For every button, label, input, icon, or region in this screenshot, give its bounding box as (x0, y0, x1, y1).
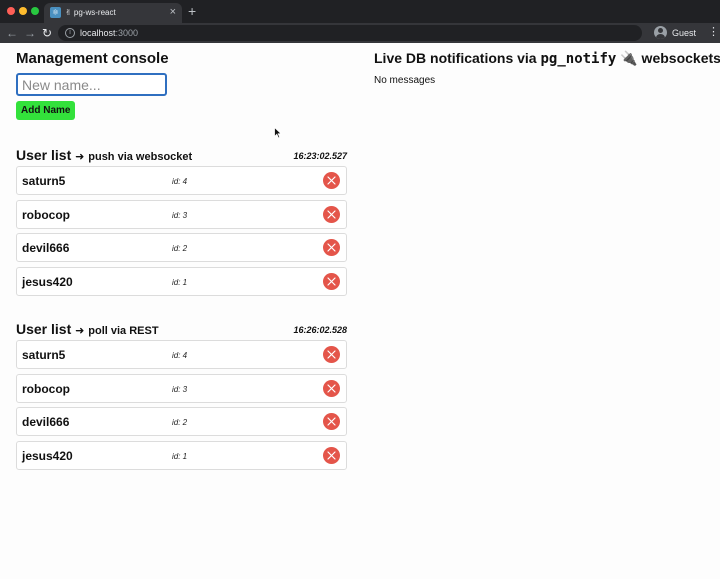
section-title-text: User list (16, 147, 72, 163)
delete-user-button[interactable] (323, 379, 340, 397)
user-id: id: 1 (172, 451, 188, 461)
user-row: saturn5 id: 4 (16, 166, 347, 195)
user-list: saturn5 id: 4 robocop id: 3 devil666 id:… (16, 166, 347, 300)
user-row: saturn5 id: 4 (16, 340, 347, 369)
user-row: robocop id: 3 (16, 373, 347, 403)
delete-user-button[interactable] (323, 446, 340, 464)
user-list-push-section: User list ➜ push via websocket 16:23:02.… (16, 147, 347, 296)
user-id: id: 3 (172, 384, 188, 394)
window-close-button[interactable] (7, 7, 15, 15)
electric-plug-icon: 🔌 (620, 50, 638, 66)
section-title-text: User list (16, 321, 72, 337)
browser-toolbar: ← → ↻ i localhost:3000 Guest ⋮ (0, 23, 720, 43)
forward-arrow-icon[interactable]: → (24, 25, 36, 41)
browser-menu-icon[interactable]: ⋮ (708, 25, 719, 39)
section-title: User list ➜ push via websocket (16, 147, 192, 163)
add-name-button[interactable]: Add Name (16, 101, 76, 120)
section-header: User list ➜ poll via REST 16:26:02.528 (16, 321, 347, 338)
close-x-icon (327, 276, 336, 286)
live-title-suffix: websockets (637, 50, 720, 66)
arrow-icon: ➜ (75, 325, 85, 337)
user-id: id: 3 (172, 210, 188, 220)
user-name: robocop (22, 381, 70, 396)
page-content: Management console Add Name User list ➜ … (0, 43, 720, 579)
close-x-icon (327, 350, 336, 359)
close-x-icon (327, 417, 336, 426)
delete-user-button[interactable] (323, 205, 340, 223)
guest-avatar-icon (654, 26, 667, 39)
delete-user-button[interactable] (323, 239, 340, 256)
url-host: localhost (80, 28, 116, 38)
user-name: robocop (22, 207, 70, 222)
section-subtitle: push via websocket (88, 151, 193, 163)
new-name-input[interactable] (16, 73, 167, 96)
section-header: User list ➜ push via websocket 16:23:02.… (16, 147, 347, 164)
reload-icon[interactable]: ↻ (42, 25, 52, 41)
delete-user-button[interactable] (323, 346, 340, 363)
user-name: jesus420 (22, 274, 73, 289)
user-row: devil666 id: 2 (16, 407, 347, 436)
user-id: id: 2 (172, 418, 188, 427)
tab-close-icon[interactable]: × (170, 6, 176, 19)
user-id: id: 1 (172, 277, 188, 287)
url-port: :3000 (115, 28, 139, 38)
close-x-icon (327, 209, 336, 219)
close-x-icon (327, 176, 336, 185)
user-row: devil666 id: 2 (16, 233, 347, 262)
close-x-icon (327, 450, 336, 460)
browser-tab-strip: ⚛ ✌ pg-ws-react × + (0, 0, 720, 23)
back-arrow-icon[interactable]: ← (6, 25, 18, 41)
user-row: jesus420 id: 1 (16, 266, 347, 296)
user-id: id: 2 (172, 244, 188, 253)
mouse-pointer-icon (274, 127, 282, 139)
user-name: saturn5 (22, 348, 66, 362)
live-notifications-heading: Live DB notifications via pg_notify 🔌 we… (374, 50, 720, 67)
user-id: id: 4 (172, 177, 188, 186)
user-list-poll-section: User list ➜ poll via REST 16:26:02.528 s… (16, 321, 347, 470)
window-zoom-button[interactable] (31, 7, 39, 15)
live-title-code: pg_notify (540, 51, 617, 67)
delete-user-button[interactable] (323, 413, 340, 430)
arrow-icon: ➜ (75, 151, 85, 163)
notifications-status: No messages (374, 75, 436, 86)
new-tab-button[interactable]: + (188, 3, 196, 19)
user-row: jesus420 id: 1 (16, 440, 347, 470)
address-bar[interactable]: i localhost:3000 (58, 25, 642, 41)
section-title: User list ➜ poll via REST (16, 321, 159, 337)
tab-title: ✌ pg-ws-react (65, 8, 116, 17)
site-info-icon[interactable]: i (65, 28, 75, 38)
section-subtitle: poll via REST (88, 325, 159, 337)
user-row: robocop id: 3 (16, 199, 347, 229)
close-x-icon (327, 383, 336, 393)
delete-user-button[interactable] (323, 272, 340, 290)
react-favicon-icon: ⚛ (50, 7, 61, 18)
profile-name: Guest (672, 28, 697, 38)
user-name: saturn5 (22, 174, 66, 188)
section-timestamp: 16:26:02.528 (293, 325, 347, 335)
live-title-prefix: Live DB notifications via (374, 50, 541, 66)
user-name: devil666 (22, 415, 70, 429)
management-console-heading: Management console (16, 50, 169, 67)
section-timestamp: 16:23:02.527 (293, 151, 347, 161)
browser-tab[interactable]: ⚛ ✌ pg-ws-react × (44, 3, 182, 23)
user-list: saturn5 id: 4 robocop id: 3 devil666 id:… (16, 340, 347, 474)
user-name: devil666 (22, 241, 70, 255)
user-id: id: 4 (172, 351, 188, 360)
url-text: localhost:3000 (80, 27, 138, 39)
close-x-icon (327, 243, 336, 252)
delete-user-button[interactable] (323, 172, 340, 189)
window-minimize-button[interactable] (19, 7, 27, 15)
user-name: jesus420 (22, 448, 73, 463)
